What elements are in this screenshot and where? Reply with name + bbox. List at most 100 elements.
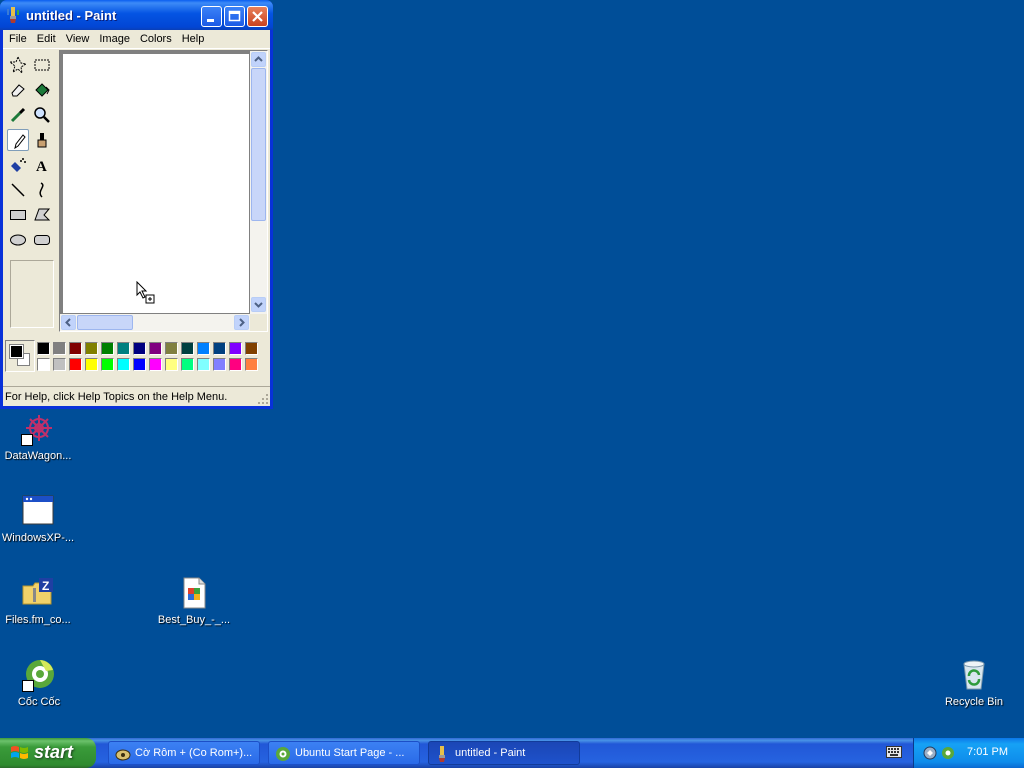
tool-brush[interactable] — [31, 129, 53, 151]
minimize-icon — [207, 19, 214, 22]
desktop-icon-recycle-bin[interactable]: Recycle Bin — [936, 658, 1012, 708]
palette-swatch[interactable] — [69, 358, 82, 371]
ellipse-icon — [10, 234, 26, 246]
coccoc-tray-icon[interactable] — [940, 745, 956, 761]
scroll-down-button[interactable] — [251, 297, 266, 312]
airbrush-icon — [11, 158, 26, 172]
close-icon — [252, 11, 263, 22]
palette-swatch[interactable] — [149, 358, 162, 371]
horizontal-scroll-thumb[interactable] — [77, 315, 133, 330]
palette-swatch[interactable] — [181, 358, 194, 371]
palette-swatch[interactable] — [245, 358, 258, 371]
desktop-icon-coccoc[interactable]: Cốc Cốc — [1, 658, 77, 708]
palette-swatch[interactable] — [117, 342, 130, 355]
tool-rounded-rectangle[interactable] — [31, 229, 53, 251]
palette-swatch[interactable] — [53, 358, 66, 371]
taskbar-item-corom[interactable]: Cờ Rôm + (Co Rom+)... — [108, 741, 260, 765]
tool-options-box[interactable] — [10, 260, 54, 328]
maximize-button[interactable] — [224, 6, 245, 27]
title-bar[interactable]: untitled - Paint — [0, 0, 273, 30]
menu-help[interactable]: Help — [178, 30, 211, 48]
tool-fill[interactable] — [31, 79, 53, 101]
desktop-icon-label: WindowsXP-... — [1, 532, 75, 544]
resize-grip-icon[interactable] — [257, 393, 269, 405]
scroll-left-button[interactable] — [61, 315, 76, 330]
tool-airbrush[interactable] — [7, 154, 29, 176]
desktop-icon-windowsxp[interactable]: WindowsXP-... — [0, 494, 76, 544]
palette-swatch[interactable] — [165, 358, 178, 371]
palette-swatch[interactable] — [229, 342, 242, 355]
tool-line[interactable] — [7, 179, 29, 201]
palette-swatch[interactable] — [149, 342, 162, 355]
vertical-scroll-thumb[interactable] — [251, 68, 266, 221]
close-button[interactable] — [247, 6, 268, 27]
shortcut-arrow-icon — [22, 680, 34, 692]
palette-swatch[interactable] — [85, 342, 98, 355]
palette-swatch[interactable] — [69, 342, 82, 355]
taskbar-item-label: Ubuntu Start Page - ... — [295, 747, 405, 759]
tool-eraser[interactable] — [7, 79, 29, 101]
menu-edit[interactable]: Edit — [33, 30, 62, 48]
tool-pencil[interactable] — [7, 129, 29, 151]
palette-swatch[interactable] — [117, 358, 130, 371]
palette-swatch[interactable] — [85, 358, 98, 371]
palette-swatch[interactable] — [181, 342, 194, 355]
paint-icon — [7, 7, 19, 23]
taskbar-item-ubuntu[interactable]: Ubuntu Start Page - ... — [268, 741, 420, 765]
desktop-icon-files-fm[interactable]: Z Files.fm_co... — [0, 576, 76, 626]
desktop-icon-datawagon[interactable]: DataWagon... — [0, 412, 76, 462]
coccoc-icon — [22, 658, 56, 692]
desktop-icon-best-buy[interactable]: Best_Buy_-_... — [156, 576, 232, 626]
tool-magnifier[interactable] — [31, 104, 53, 126]
paint-icon — [439, 746, 445, 762]
start-button[interactable]: start — [0, 738, 96, 768]
scroll-up-button[interactable] — [251, 52, 266, 67]
tool-select[interactable] — [31, 54, 53, 76]
menu-colors[interactable]: Colors — [136, 30, 178, 48]
palette-swatch[interactable] — [213, 358, 226, 371]
desktop-icon-label: Files.fm_co... — [5, 614, 71, 626]
palette-swatch[interactable] — [133, 342, 146, 355]
desktop-icon-label: DataWagon... — [4, 450, 72, 462]
menu-file[interactable]: File — [5, 30, 33, 48]
menu-image[interactable]: Image — [95, 30, 136, 48]
tool-free-form-select[interactable] — [7, 54, 29, 76]
tool-text[interactable]: A — [31, 154, 53, 176]
palette-swatch[interactable] — [213, 342, 226, 355]
line-icon — [11, 183, 25, 197]
palette-swatch[interactable] — [229, 358, 242, 371]
palette-swatch[interactable] — [53, 342, 66, 355]
tool-curve[interactable] — [31, 179, 53, 201]
palette-swatch[interactable] — [197, 342, 210, 355]
clock[interactable]: 7:01 PM — [967, 746, 1008, 758]
drawing-canvas[interactable] — [63, 54, 249, 313]
palette-swatch[interactable] — [37, 342, 50, 355]
tool-polygon[interactable] — [31, 204, 53, 226]
datawagon-icon — [21, 412, 55, 446]
tool-rectangle[interactable] — [7, 204, 29, 226]
scroll-right-button[interactable] — [234, 315, 249, 330]
svg-text:Z: Z — [42, 579, 49, 593]
tool-ellipse[interactable] — [7, 229, 29, 251]
palette-swatch[interactable] — [101, 342, 114, 355]
palette-swatch[interactable] — [197, 358, 210, 371]
palette-swatch[interactable] — [165, 342, 178, 355]
rectangle-icon — [10, 210, 26, 220]
palette-swatch[interactable] — [101, 358, 114, 371]
scrollbar-corner — [250, 314, 267, 331]
palette-swatch[interactable] — [37, 358, 50, 371]
menu-view[interactable]: View — [62, 30, 96, 48]
tool-pick-color[interactable] — [7, 104, 29, 126]
keyboard-icon[interactable] — [886, 746, 902, 758]
maximize-icon — [228, 10, 241, 22]
network-icon[interactable] — [922, 745, 938, 761]
minimize-button[interactable] — [201, 6, 222, 27]
vertical-scrollbar[interactable] — [250, 51, 267, 314]
taskbar-item-paint[interactable]: untitled - Paint — [428, 741, 580, 765]
palette-swatch[interactable] — [245, 342, 258, 355]
palette-swatch[interactable] — [133, 358, 146, 371]
svg-text:A: A — [36, 159, 47, 174]
cursor-copy-icon — [136, 281, 155, 304]
horizontal-scrollbar[interactable] — [60, 314, 250, 331]
current-colors[interactable] — [5, 340, 35, 372]
